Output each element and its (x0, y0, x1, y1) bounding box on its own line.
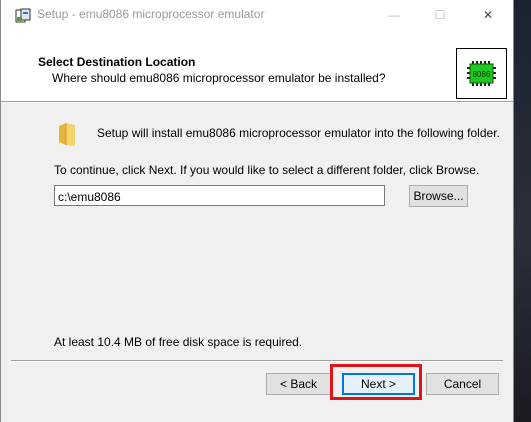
maximize-button[interactable]: ☐ (417, 0, 463, 30)
back-button[interactable]: < Back (266, 373, 331, 395)
next-button-highlight (330, 364, 422, 400)
setup-window: Setup - emu8086 microprocessor emulator … (0, 0, 514, 422)
cancel-button[interactable]: Cancel (426, 373, 499, 395)
minimize-button[interactable]: — (371, 0, 417, 30)
title-bar[interactable]: Setup - emu8086 microprocessor emulator … (1, 0, 513, 30)
disk-space-requirement: At least 10.4 MB of free disk space is r… (54, 335, 303, 349)
footer-divider (11, 360, 503, 362)
page-title: Select Destination Location (38, 55, 196, 69)
folder-icon (59, 123, 75, 146)
wizard-image: 8086 (456, 48, 507, 99)
install-description: Setup will install emu8086 microprocesso… (97, 126, 500, 140)
chip-icon: 8086 (467, 61, 496, 86)
close-button[interactable]: ✕ (465, 0, 511, 30)
browse-button[interactable]: Browse... (409, 185, 468, 207)
page-subtitle: Where should emu8086 microprocessor emul… (52, 71, 386, 85)
chip-label: 8086 (473, 70, 491, 79)
wizard-header: Select Destination Location Where should… (1, 30, 513, 102)
window-title: Setup - emu8086 microprocessor emulator (37, 7, 265, 21)
continue-instruction: To continue, click Next. If you would li… (54, 163, 480, 177)
destination-path-input[interactable] (54, 185, 385, 206)
setup-app-icon (15, 8, 31, 23)
